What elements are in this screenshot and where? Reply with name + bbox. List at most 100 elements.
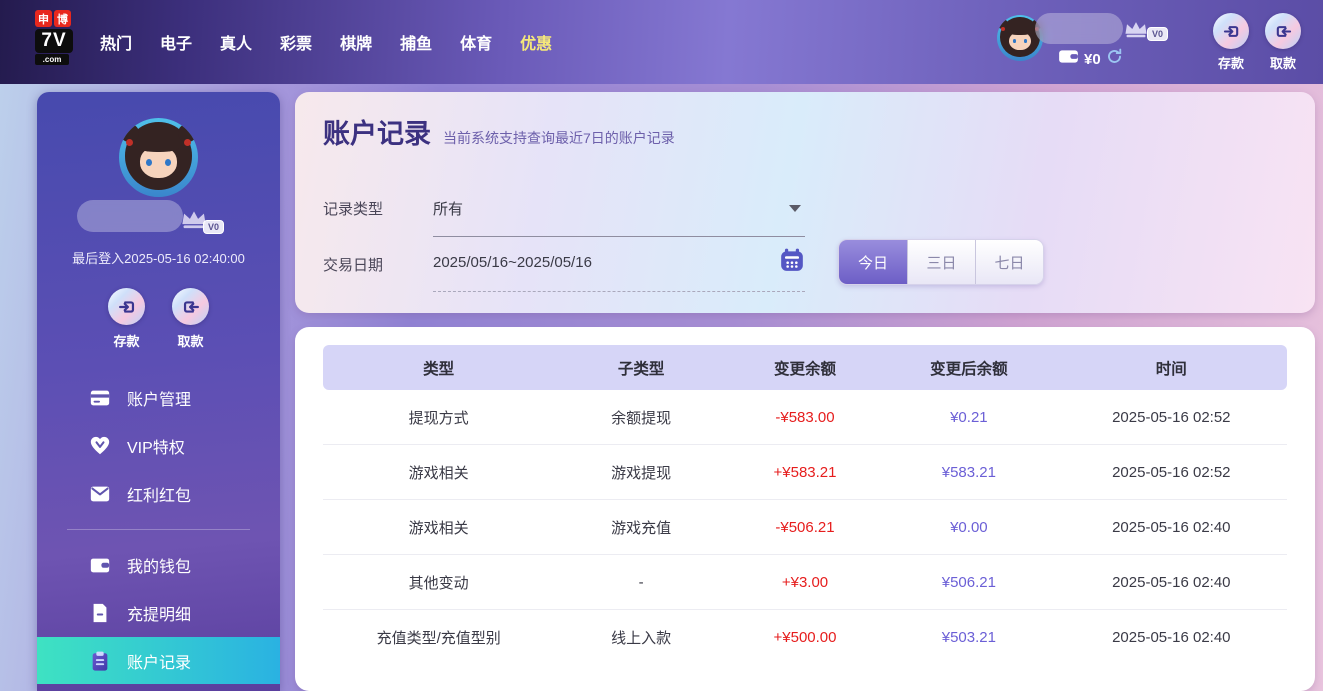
col-header-1: 类型	[423, 360, 455, 378]
table-row: 游戏相关 游戏提现 +¥583.21 ¥583.21 2025-05-16 02:52	[323, 445, 1287, 500]
refresh-balance-icon[interactable]	[1106, 48, 1123, 70]
balance-amount: ¥0	[1084, 50, 1101, 68]
record-type-label: 记录类型	[323, 201, 384, 218]
page-header: 账户记录 当前系统支持查询最近7日的账户记录	[323, 112, 675, 151]
cell-type: 游戏相关	[408, 464, 469, 482]
sidebar-deposit-button[interactable]	[108, 288, 145, 325]
records-table-card: 类型 子类型 变更余额 变更后余额 时间 提现方式 余额提现 -¥583.00 ¥0.21 20…	[295, 327, 1315, 691]
sidebar-avatar	[119, 118, 198, 197]
cell-after: ¥0.21	[950, 408, 988, 426]
table-row: 充值类型/充值型别 线上入款 +¥500.00 ¥503.21 2025-05-16 0…	[323, 610, 1287, 665]
cell-change: -¥583.00	[775, 408, 835, 426]
sidebar-item-2[interactable]: VIP特权	[37, 422, 280, 470]
sidebar-deposit-label[interactable]: 存款	[108, 331, 145, 350]
record-type-underline	[433, 236, 805, 237]
chevron-down-icon[interactable]	[789, 205, 801, 212]
nav-item-4[interactable]: 彩票	[280, 30, 312, 54]
sidebar-username-blurred	[77, 200, 183, 232]
sidebar-vip-level-badge: V0	[203, 220, 225, 234]
account-records-page: 申 博 7V .com 热门 电子 真人 彩票 棋牌 捕鱼 体育 优惠 V0 ¥0	[0, 0, 1323, 691]
cell-time: 2025-05-16 02:40	[1112, 518, 1231, 536]
records-icon	[89, 650, 111, 672]
sidebar-menu: 账户管理 VIP特权红利红包我的钱包充提明细账户记录	[37, 374, 280, 684]
nav-menu: 热门 电子 真人 彩票 棋牌 捕鱼 体育 优惠	[100, 0, 552, 84]
cell-subtype: 游戏充值	[611, 519, 672, 537]
sidebar-item-label: 我的钱包	[127, 559, 192, 576]
date-range-label: 交易日期	[323, 257, 384, 274]
quick-range-1[interactable]: 今日	[839, 240, 907, 284]
cell-type: 其他变动	[408, 574, 469, 592]
logo-badge-bo: 博	[54, 10, 71, 27]
cell-change: +¥500.00	[773, 629, 837, 646]
logo-7v: 7V	[35, 29, 73, 53]
statement-icon	[89, 602, 111, 624]
site-logo[interactable]: 申 博 7V .com	[35, 10, 93, 65]
cell-after: ¥0.00	[950, 518, 988, 536]
sidebar-item-1[interactable]: 账户管理	[37, 374, 280, 422]
sidebar-item-5[interactable]: 充提明细	[37, 589, 280, 637]
cell-subtype: 游戏提现	[611, 464, 672, 482]
page-title: 账户记录	[323, 119, 431, 149]
logo-badge-shen: 申	[35, 10, 52, 27]
quick-range-3[interactable]: 七日	[975, 240, 1043, 284]
vip-level-badge: V0	[1147, 27, 1169, 41]
sidebar-item-label: 红利红包	[127, 488, 192, 505]
last-login-text: 最后登入2025-05-16 02:40:00	[72, 251, 245, 266]
cell-time: 2025-05-16 02:52	[1112, 408, 1231, 426]
record-type-select[interactable]: 所有	[433, 198, 463, 219]
col-header-5: 时间	[1155, 360, 1187, 378]
sidebar-divider	[67, 529, 250, 530]
deposit-button-label[interactable]: 存款	[1213, 53, 1249, 72]
bank-card-icon	[89, 387, 111, 409]
cell-subtype: 线上入款	[611, 630, 672, 647]
sidebar-item-label: 充提明细	[127, 607, 192, 624]
cell-change: -¥506.21	[775, 518, 835, 536]
vip-heart-icon	[89, 435, 111, 457]
calendar-icon[interactable]	[779, 247, 805, 273]
wallet-balance: ¥0	[1058, 48, 1123, 70]
cell-change: +¥3.00	[781, 573, 829, 591]
cell-type: 充值类型/充值型别	[376, 630, 501, 647]
cell-after: ¥583.21	[941, 463, 996, 481]
nav-item-1[interactable]: 热门	[100, 30, 132, 54]
sidebar-item-4[interactable]: 我的钱包	[37, 541, 280, 589]
sidebar-item-label: VIP特权	[127, 440, 185, 457]
col-header-2: 子类型	[617, 360, 665, 378]
wallet-icon	[1058, 49, 1079, 69]
table-body: 提现方式 余额提现 -¥583.00 ¥0.21 2025-05-16 02:52 游戏相…	[323, 390, 1287, 665]
nav-item-6[interactable]: 捕鱼	[400, 30, 432, 54]
col-header-4: 变更后余额	[930, 360, 1008, 378]
nav-item-5[interactable]: 棋牌	[340, 30, 372, 54]
table-row: 提现方式 余额提现 -¥583.00 ¥0.21 2025-05-16 02:52	[323, 390, 1287, 445]
sidebar: V0 最后登入2025-05-16 02:40:00 存款 取款 账户管理 VIP…	[37, 92, 280, 691]
nav-user-area: V0 ¥0 存款 取款	[963, 0, 1323, 84]
cell-time: 2025-05-16 02:40	[1112, 629, 1231, 646]
nav-item-8[interactable]: 优惠	[520, 30, 552, 54]
logo-com: .com	[35, 54, 69, 65]
table-row: 其他变动 - +¥3.00 ¥506.21 2025-05-16 02:40	[323, 555, 1287, 610]
nav-item-7[interactable]: 体育	[460, 30, 492, 54]
withdraw-button-label[interactable]: 取款	[1265, 53, 1301, 72]
deposit-button[interactable]	[1213, 13, 1249, 49]
vip-crown-icon	[1123, 20, 1149, 39]
sidebar-item-label: 账户记录	[127, 654, 192, 672]
date-range-input[interactable]: 2025/05/16~2025/05/16	[433, 254, 592, 271]
date-range-underline	[433, 291, 805, 292]
nav-item-2[interactable]: 电子	[160, 30, 192, 54]
cell-after: ¥506.21	[941, 573, 996, 591]
top-nav: 申 博 7V .com 热门 电子 真人 彩票 棋牌 捕鱼 体育 优惠 V0 ¥0	[0, 0, 1323, 84]
quick-range-2[interactable]: 三日	[907, 240, 975, 284]
wallet-icon	[89, 554, 111, 576]
cell-subtype: -	[638, 573, 644, 591]
sidebar-withdraw-label[interactable]: 取款	[172, 331, 209, 350]
sidebar-item-6[interactable]: 账户记录	[37, 637, 280, 684]
sidebar-item-3[interactable]: 红利红包	[37, 470, 280, 518]
red-envelope-icon	[89, 483, 111, 505]
cell-after: ¥503.21	[941, 629, 996, 646]
withdraw-button[interactable]	[1265, 13, 1301, 49]
cell-time: 2025-05-16 02:52	[1112, 463, 1231, 481]
username-blurred	[1035, 13, 1123, 44]
table-row: 游戏相关 游戏充值 -¥506.21 ¥0.00 2025-05-16 02:40	[323, 500, 1287, 555]
sidebar-withdraw-button[interactable]	[172, 288, 209, 325]
nav-item-3[interactable]: 真人	[220, 30, 252, 54]
